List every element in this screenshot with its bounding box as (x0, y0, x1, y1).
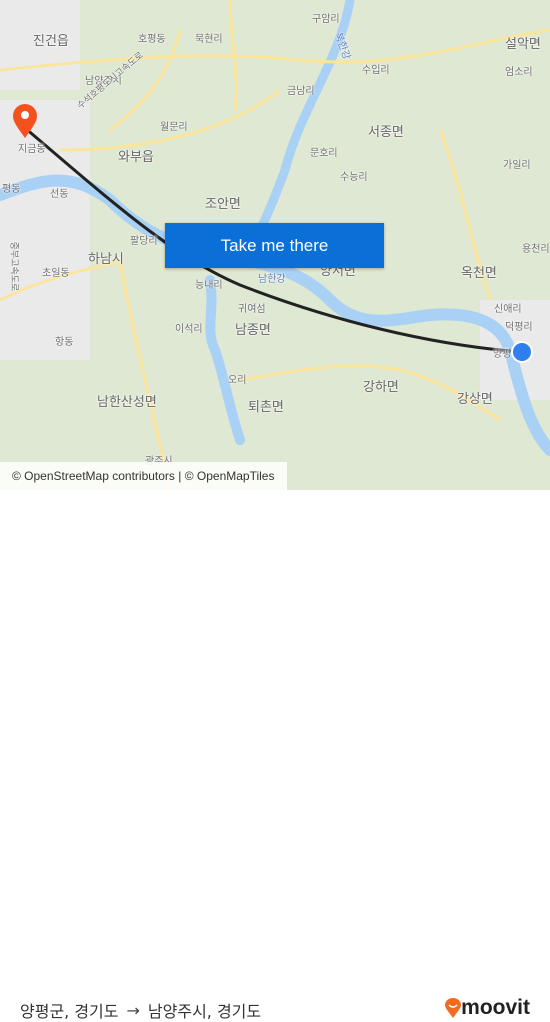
place-label: 신애리 (494, 304, 522, 315)
place-label: 묵현리 (195, 34, 223, 45)
footer-bar: 양평군, 경기도 → 남양주시, 경기도 moovit (0, 490, 550, 1021)
urban-area (0, 100, 90, 360)
destination-dot-icon[interactable] (511, 341, 533, 363)
place-label: 항동 (55, 337, 74, 348)
place-label: 진건읍 (33, 34, 69, 49)
place-label: 용천리 (522, 244, 550, 255)
place-label: 서종면 (368, 125, 404, 140)
moovit-pin-icon (445, 998, 462, 1018)
place-label: 귀여섬 (238, 304, 266, 315)
place-label: 조안면 (205, 197, 241, 212)
take-me-there-button[interactable]: Take me there (165, 223, 384, 268)
arrow-right-icon: → (126, 1000, 140, 1020)
road-label: 중부고속도로 (8, 241, 19, 292)
place-label: 엄소리 (505, 67, 533, 78)
place-label: 남한산성면 (97, 395, 157, 410)
place-label: 가일리 (503, 160, 531, 171)
place-label: 선동 (50, 189, 69, 200)
place-label: 퇴촌면 (248, 400, 284, 415)
place-label: 양평 (493, 349, 512, 360)
place-label: 월문리 (160, 122, 188, 133)
moovit-wordmark: moovit (461, 996, 530, 1019)
place-label: 강상면 (457, 392, 493, 407)
place-label: 수능리 (340, 172, 368, 183)
place-label: 오리 (228, 375, 247, 386)
place-label: 덕평리 (505, 322, 533, 333)
place-label: 팔당리 (130, 236, 158, 247)
destination-name: 남양주시, 경기도 (147, 1002, 262, 1021)
place-label: 지금동 (18, 144, 46, 155)
origin-name: 양평군, 경기도 (20, 1002, 119, 1021)
place-label: 평동 (2, 184, 21, 195)
place-label: 남종면 (235, 323, 271, 338)
place-label: 수입리 (362, 65, 390, 76)
place-label: 이석리 (175, 324, 203, 335)
river-label: 남한강 (258, 274, 286, 285)
place-label: 와부읍 (118, 150, 154, 165)
place-label: 설악면 (505, 37, 541, 52)
place-label: 금남리 (287, 86, 315, 97)
place-label: 옥천면 (461, 266, 497, 281)
place-label: 하남시 (88, 252, 124, 267)
river-reservoir (205, 275, 245, 445)
attribution-text[interactable]: © OpenStreetMap contributors | © OpenMap… (12, 469, 274, 483)
moovit-logo: moovit (445, 996, 530, 1020)
place-label: 호평동 (138, 34, 166, 45)
place-label: 능내리 (195, 280, 223, 291)
route-title: 양평군, 경기도 → 남양주시, 경기도 (20, 998, 261, 1022)
place-label: 구암리 (312, 14, 340, 25)
place-label: 초일동 (42, 268, 70, 279)
place-label: 문호리 (310, 148, 338, 159)
map[interactable]: 진건읍 호평동 묵현리 남양주시 수석호평도시고속도로 월문리 와부읍 지금동 … (0, 0, 550, 490)
map-attribution[interactable]: © OpenStreetMap contributors | © OpenMap… (0, 462, 287, 490)
place-label: 강하면 (363, 380, 399, 395)
